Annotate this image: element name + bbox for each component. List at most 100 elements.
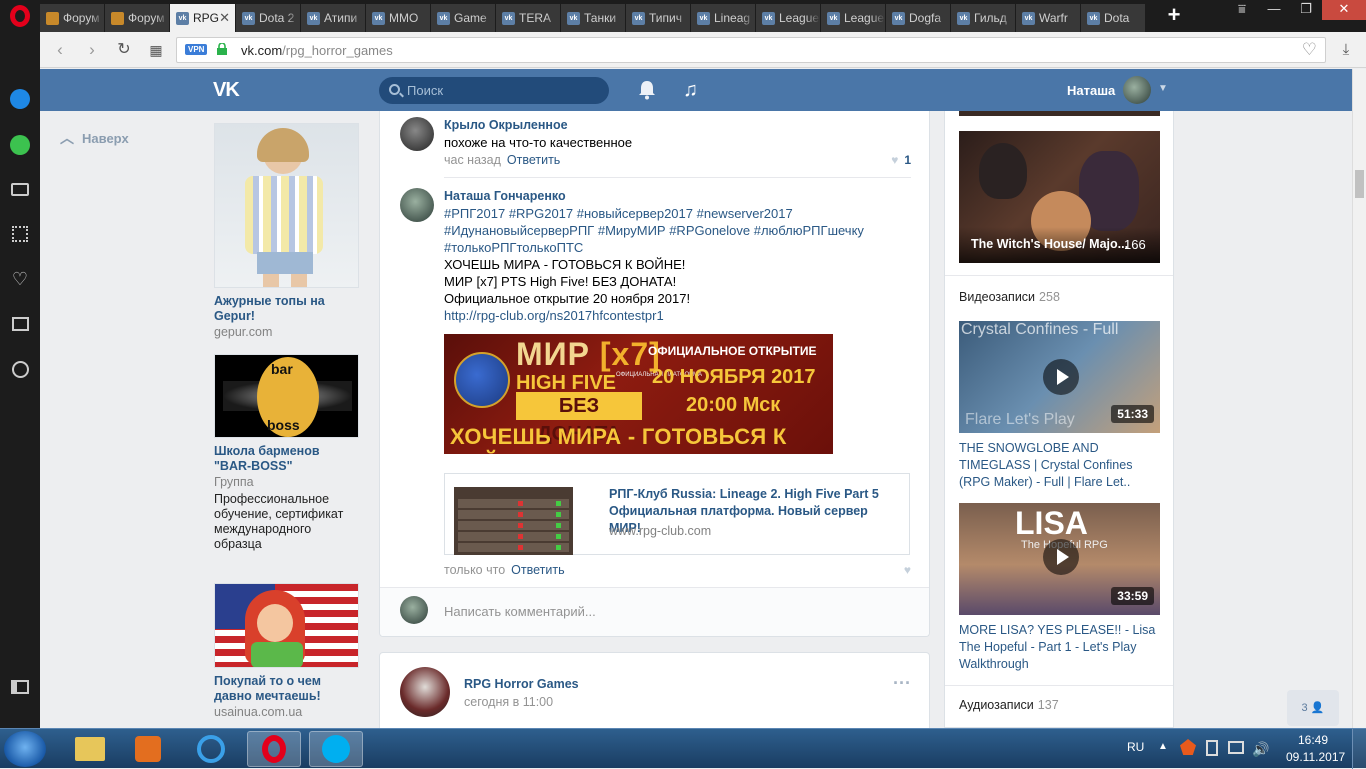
browser-tab[interactable]: vk Dota 2: [236, 4, 301, 32]
video-thumbnail[interactable]: LISA The Hopeful RPG 33:59: [959, 503, 1160, 615]
browser-tab[interactable]: vk Гильд: [951, 4, 1016, 32]
ad-image[interactable]: bar boss: [214, 354, 359, 438]
browser-tab[interactable]: vk Dogfa: [886, 4, 951, 32]
hashtags[interactable]: #толькоРПГтолькоПТС: [444, 239, 914, 256]
minimize-button[interactable]: —: [1258, 0, 1290, 20]
video-thumbnail[interactable]: Crystal Confines - Full Flare Let's Play…: [959, 321, 1160, 433]
download-icon[interactable]: ⤓: [1336, 40, 1356, 60]
user-avatar[interactable]: [1123, 76, 1151, 104]
start-button[interactable]: [4, 731, 46, 767]
browser-tab[interactable]: vk Warfr: [1016, 4, 1081, 32]
url-field[interactable]: VPN vk.com/rpg_horror_games ♡: [176, 37, 1326, 63]
comment-avatar[interactable]: [400, 188, 434, 222]
vertical-scrollbar[interactable]: [1352, 69, 1366, 728]
vk-logo[interactable]: VK: [213, 79, 240, 102]
play-icon[interactable]: [1043, 359, 1079, 395]
comment-input[interactable]: Написать комментарий...: [380, 587, 929, 636]
explorer-icon[interactable]: [63, 731, 117, 767]
browser-tab[interactable]: vk ММО: [366, 4, 431, 32]
link-preview-thumbnail[interactable]: [454, 487, 573, 555]
play-icon[interactable]: [1043, 539, 1079, 575]
tray-chevron-icon[interactable]: ▲: [1158, 741, 1168, 752]
like-button[interactable]: ♥: [904, 563, 911, 577]
clock-date[interactable]: 09.11.2017: [1286, 750, 1345, 764]
ad-block[interactable]: Ажурные топы на Gepur! gepur.com: [214, 123, 359, 340]
speed-dial-icon[interactable]: ▦: [146, 40, 166, 60]
volume-icon[interactable]: 🔊: [1252, 741, 1269, 758]
music-note-icon[interactable]: ♫: [683, 79, 698, 102]
group-avatar[interactable]: [400, 667, 450, 717]
language-indicator[interactable]: RU: [1127, 740, 1144, 754]
notifications-bell-icon[interactable]: [638, 80, 656, 100]
network-icon[interactable]: [1228, 741, 1244, 754]
browser-tab[interactable]: vk Dota: [1081, 4, 1146, 32]
scroll-to-top-link[interactable]: ︿ Наверх: [60, 128, 129, 148]
video-title[interactable]: THE SNOWGLOBE AND TIMEGLASS | Crystal Co…: [959, 440, 1164, 491]
browser-tab[interactable]: vk Танки: [561, 4, 626, 32]
browser-tab[interactable]: vk League: [821, 4, 886, 32]
post-author[interactable]: RPG Horror Games: [464, 677, 579, 691]
internet-explorer-icon[interactable]: [184, 731, 238, 767]
scrollbar-thumb[interactable]: [1355, 170, 1364, 198]
album-thumbnail[interactable]: [959, 111, 1160, 116]
online-friends-button[interactable]: 3 👤: [1287, 690, 1339, 726]
ad-block[interactable]: bar boss Школа барменов "BAR-BOSS" Групп…: [214, 354, 359, 552]
album-thumbnail[interactable]: The Witch's House/ Majo... 166: [959, 131, 1160, 263]
browser-tab[interactable]: vk Game: [431, 4, 496, 32]
video-title[interactable]: MORE LISA? YES PLEASE!! - Lisa The Hopef…: [959, 622, 1164, 673]
opera-menu-button[interactable]: [0, 0, 40, 32]
new-tab-button[interactable]: +: [1162, 4, 1186, 28]
reply-link[interactable]: Ответить: [511, 563, 564, 577]
maximize-button[interactable]: ❐: [1290, 0, 1322, 20]
vpn-badge[interactable]: VPN: [185, 44, 208, 55]
reload-button[interactable]: ↻: [114, 40, 134, 60]
user-name[interactable]: Наташа: [1067, 83, 1115, 98]
hashtags[interactable]: #РПГ2017 #RPG2017 #новыйсервер2017 #news…: [444, 205, 914, 222]
news-icon[interactable]: [9, 313, 31, 335]
browser-tab[interactable]: Форум: [105, 4, 170, 32]
history-clock-icon[interactable]: [9, 358, 31, 380]
ad-image[interactable]: [214, 583, 359, 668]
forward-button[interactable]: ›: [82, 40, 102, 60]
audio-header[interactable]: Аудиозаписи 137: [959, 698, 1059, 712]
browser-tab[interactable]: vk TERA: [496, 4, 561, 32]
browser-tab[interactable]: vk Lineag: [691, 4, 756, 32]
show-desktop-button[interactable]: [1352, 729, 1366, 769]
link-preview-card[interactable]: РПГ-Клуб Russia: Lineage 2. High Five Pa…: [444, 473, 910, 555]
opera-taskbar-icon[interactable]: [247, 731, 301, 767]
tab-menu-icon[interactable]: ⩸: [1226, 0, 1258, 20]
skype-icon[interactable]: [309, 731, 363, 767]
ad-title[interactable]: Школа барменов "BAR-BOSS": [214, 444, 359, 474]
messenger-icon[interactable]: [9, 88, 31, 110]
close-window-button[interactable]: ✕: [1322, 0, 1366, 20]
browser-tab[interactable]: vk RPG ✕: [170, 4, 236, 32]
sidebar-toggle-icon[interactable]: [9, 676, 31, 698]
browser-tab[interactable]: vk League: [756, 4, 821, 32]
comment-avatar[interactable]: [400, 117, 434, 151]
promo-banner-image[interactable]: МИР [x7] HIGH FIVE ОФИЦИАЛЬНАЯ ПЛАТФОРМА…: [444, 334, 833, 454]
lock-icon[interactable]: [217, 43, 227, 55]
back-button[interactable]: ‹: [50, 40, 70, 60]
whatsapp-icon[interactable]: [9, 134, 31, 156]
bookmark-heart-icon[interactable]: ♡: [1302, 40, 1317, 60]
comment-author[interactable]: Наташа Гончаренко: [444, 189, 566, 203]
comment-author[interactable]: Крыло Окрыленное: [444, 118, 568, 132]
ad-block[interactable]: Покупай то о чем давно мечтаешь! usainua…: [214, 583, 359, 720]
browser-tab[interactable]: Форум: [40, 4, 105, 32]
tray-device-icon[interactable]: [1206, 740, 1218, 756]
ad-image[interactable]: [214, 123, 359, 288]
post-menu-icon[interactable]: ···: [893, 673, 911, 694]
chevron-down-icon[interactable]: ▼: [1158, 83, 1168, 94]
camera-icon[interactable]: [9, 178, 31, 200]
ad-title[interactable]: Покупай то о чем давно мечтаешь!: [214, 674, 359, 704]
videos-header[interactable]: Видеозаписи 258: [959, 290, 1060, 304]
browser-tab[interactable]: vk Типич: [626, 4, 691, 32]
browser-tab[interactable]: vk Атипи: [301, 4, 366, 32]
search-input[interactable]: Поиск: [379, 77, 609, 104]
ad-title[interactable]: Ажурные топы на Gepur!: [214, 294, 359, 324]
close-tab-icon[interactable]: ✕: [219, 10, 230, 26]
tray-app-icon[interactable]: [1180, 739, 1196, 755]
reply-link[interactable]: Ответить: [507, 153, 560, 167]
heart-icon[interactable]: ♡: [9, 268, 31, 290]
clock-time[interactable]: 16:49: [1298, 733, 1328, 747]
